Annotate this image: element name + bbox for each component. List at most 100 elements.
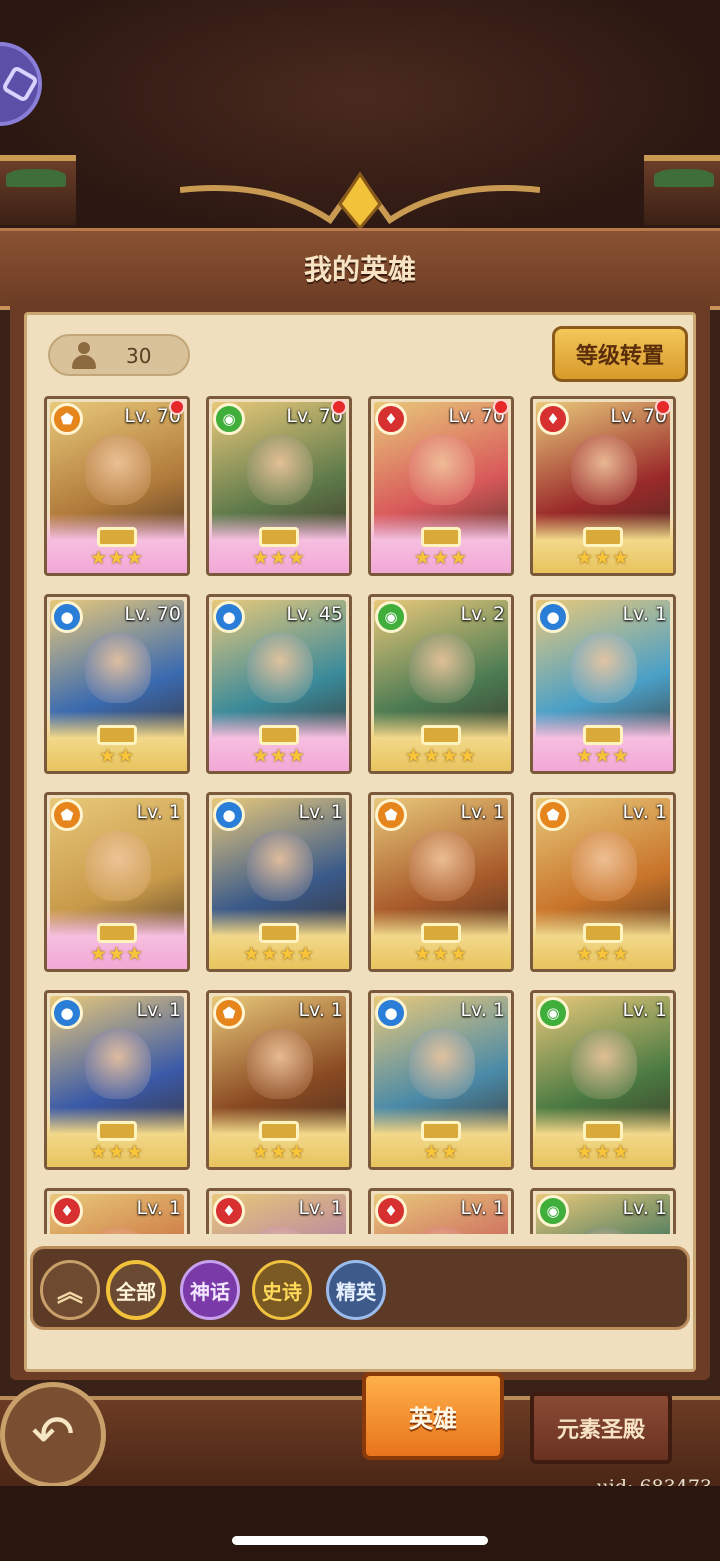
crown-icon [583,1121,623,1141]
person-icon [70,342,98,369]
person-icon-head [78,342,90,354]
hero-level: Lv. 70 [124,603,181,625]
star-rating: ★★★ [575,745,631,767]
star-rating: ★★★ [89,547,145,569]
hero-card[interactable]: ★★★ ● Lv. 45 [206,594,352,774]
hero-card[interactable]: ★★★ ◉ Lv. 1 [530,990,676,1170]
star-rating: ★★ [422,1141,460,1163]
hero-level: Lv. 1 [460,801,505,823]
hero-count-badge: 30 [48,334,190,376]
filter-elite-button[interactable]: 精英 [326,1260,386,1320]
hero-card[interactable]: ★★★★ ● Lv. 1 [206,792,352,972]
hexagon-icon [0,64,40,104]
hero-face [85,435,151,505]
water-element-icon: ● [213,601,245,633]
crown-icon [97,923,137,943]
notification-dot [169,399,185,415]
fire-element-icon: ♦ [537,403,569,435]
hero-face [409,831,475,901]
hero-count: 30 [126,344,152,368]
fire-element-icon: ♦ [375,403,407,435]
crown-icon [421,923,461,943]
nature-element-icon: ◉ [537,1195,569,1227]
hero-card[interactable]: ★★★ ⬟ Lv. 1 [206,990,352,1170]
hero-face [247,831,313,901]
level-reset-button[interactable]: 等级转置 [552,326,688,382]
water-element-icon: ● [213,799,245,831]
star-rating: ★★★ [251,745,307,767]
home-indicator[interactable] [232,1536,488,1545]
fire-element-icon: ♦ [375,1195,407,1227]
star-rating: ★★★ [89,1141,145,1163]
crown-icon [97,1121,137,1141]
hero-level: Lv. 1 [298,1197,343,1219]
notification-dot [493,399,509,415]
hero-face [247,1029,313,1099]
hero-face [571,633,637,703]
hero-card[interactable]: ★★★ ⬟ Lv. 1 [44,792,190,972]
leaf-ornament [6,169,66,187]
hero-level: Lv. 1 [622,801,667,823]
bottom-floor [0,1486,720,1561]
hero-level: Lv. 45 [286,603,343,625]
crown-icon [421,725,461,745]
hero-card[interactable]: ★★★ ♦ Lv. 70 [368,396,514,576]
hero-card[interactable]: ★★ ● Lv. 70 [44,594,190,774]
notification-dot [331,399,347,415]
filter-myth-button[interactable]: 神话 [180,1260,240,1320]
filter-epic-button[interactable]: 史诗 [252,1260,312,1320]
hero-card[interactable]: ★★★★ ◉ Lv. 2 [368,594,514,774]
hero-card[interactable]: ★★★ ⬟ Lv. 1 [368,792,514,972]
water-element-icon: ● [51,601,83,633]
hero-level: Lv. 1 [298,999,343,1021]
collapse-button[interactable]: ︽ [40,1260,100,1320]
hero-card[interactable]: ★★★ ♦ Lv. 70 [530,396,676,576]
star-rating: ★★ [98,745,136,767]
hero-level: Lv. 1 [136,1197,181,1219]
star-rating: ★★★★ [242,943,316,965]
hero-card[interactable]: ♦ Lv. 1 [206,1188,352,1234]
crown-icon [421,1121,461,1141]
hero-card[interactable]: ♦ Lv. 1 [368,1188,514,1234]
hero-face [85,831,151,901]
nature-element-icon: ◉ [213,403,245,435]
hero-level: Lv. 1 [136,999,181,1021]
star-rating: ★★★ [575,1141,631,1163]
crown-icon [583,527,623,547]
hero-face [571,1029,637,1099]
earth-element-icon: ⬟ [375,799,407,831]
star-rating: ★★★ [251,1141,307,1163]
crown-icon [583,725,623,745]
hero-card[interactable]: ♦ Lv. 1 [44,1188,190,1234]
earth-element-icon: ⬟ [51,799,83,831]
hero-level: Lv. 1 [460,999,505,1021]
star-rating: ★★★ [575,547,631,569]
hero-level: Lv. 1 [460,1197,505,1219]
water-element-icon: ● [375,997,407,1029]
hero-card[interactable]: ★★ ● Lv. 1 [368,990,514,1170]
star-rating: ★★★ [89,943,145,965]
hero-card[interactable]: ★★★ ⬟ Lv. 70 [44,396,190,576]
crown-icon [259,923,299,943]
hero-card[interactable]: ★★★ ● Lv. 1 [44,990,190,1170]
hero-card[interactable]: ★★★ ◉ Lv. 70 [206,396,352,576]
hero-level: Lv. 1 [622,1197,667,1219]
hero-face [85,633,151,703]
hero-level: Lv. 1 [298,801,343,823]
double-chevron-up-icon: ︽ [56,1277,83,1308]
star-rating: ★★★ [413,547,469,569]
hero-face [571,435,637,505]
hero-card[interactable]: ★★★ ⬟ Lv. 1 [530,792,676,972]
tab-element-shrine[interactable]: 元素圣殿 [530,1392,672,1464]
tab-heroes[interactable]: 英雄 [362,1372,504,1460]
earth-element-icon: ⬟ [51,403,83,435]
back-button[interactable]: ↶ [0,1382,106,1488]
hero-face [571,831,637,901]
filter-all-button[interactable]: 全部 [106,1260,166,1320]
left-pillar-decoration [0,155,76,225]
hero-card[interactable]: ★★★ ● Lv. 1 [530,594,676,774]
crown-icon [259,725,299,745]
hero-card[interactable]: ◉ Lv. 1 [530,1188,676,1234]
star-rating: ★★★ [251,547,307,569]
water-element-icon: ● [537,601,569,633]
